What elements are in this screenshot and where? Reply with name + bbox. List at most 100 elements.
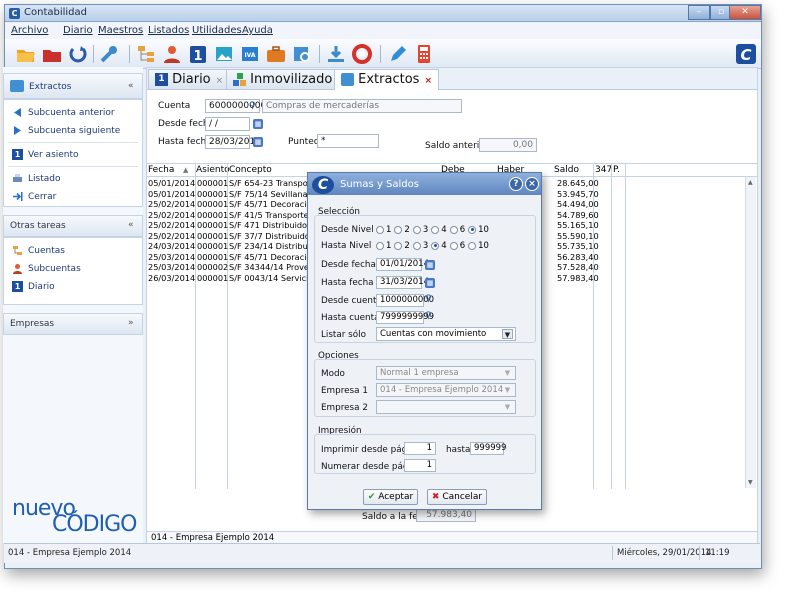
tab-close-icon[interactable]: × [424,76,432,86]
desde-nivel-option[interactable]: 6 [449,225,465,235]
open-folder-icon[interactable] [15,43,37,65]
radio-icon[interactable] [412,241,421,250]
chevron-down-icon[interactable]: ▼ [502,402,513,412]
tab-extractos[interactable]: Extractos × [334,69,439,90]
search-icon[interactable]: ⚲ [249,101,256,111]
sidebar-item-listado[interactable]: Listado [12,172,60,186]
hasta-cuenta-input[interactable]: 7999999999 [376,311,434,324]
header-p[interactable]: P. [613,165,620,175]
accept-button[interactable]: ✔ Aceptar [363,489,418,505]
sidebar-item-subcuenta-anterior[interactable]: Subcuenta anterior [12,106,115,120]
menu-diario[interactable]: Diario [63,25,93,36]
iva-icon[interactable]: IVA [239,43,261,65]
sidebar-item-cerrar[interactable]: Cerrar [12,190,56,204]
menu-archivo[interactable]: Archivo [11,25,48,36]
calendar-1-icon[interactable]: 1 [187,43,209,65]
chevron-down-icon[interactable]: ▼ [502,329,513,339]
desde-nivel-option[interactable]: 4 [431,225,447,235]
empresa2-select[interactable]: ▼ [376,400,516,414]
empresa1-select[interactable]: 014 - Empresa Ejemplo 2014 ▼ [376,383,516,397]
calendar-icon[interactable]: ▦ [253,137,263,147]
calendar-icon[interactable]: ▦ [253,119,263,129]
sidebar-item-ver-asiento[interactable]: 1 Ver asiento [12,148,79,162]
radio-icon[interactable] [394,241,403,250]
header-fecha[interactable]: Fecha [148,165,174,175]
hasta-fecha-input[interactable]: 28/03/2014 [205,135,261,149]
app-logo-icon[interactable]: C [735,43,757,65]
user-icon[interactable] [161,43,183,65]
radio-icon[interactable] [412,225,421,234]
tab-diario[interactable]: 1 Diario × [148,69,231,89]
calendar-icon[interactable]: ▦ [425,260,435,270]
radio-icon[interactable] [431,225,440,234]
header-347[interactable]: 347 [595,165,612,175]
hasta-nivel-option[interactable]: 3 [412,241,428,251]
collapse-icon[interactable]: « [128,220,134,230]
desde-nivel-option[interactable]: 10 [468,225,489,235]
listar-select[interactable]: Cuentas con movimiento ▼ [376,327,516,341]
grid-scrollbar[interactable]: ▲ ▼ [745,177,756,488]
radio-icon[interactable] [449,241,458,250]
modo-select[interactable]: Normal 1 empresa ▼ [376,366,516,380]
search-icon[interactable]: ⚲ [425,294,432,304]
desde-cuenta-input[interactable]: 1000000000 [376,294,434,307]
sidebar-item-subcuenta-siguiente[interactable]: Subcuenta siguiente [12,124,120,138]
calculator-icon[interactable] [413,43,435,65]
radio-icon[interactable] [376,225,384,234]
sidebar-item-cuentas[interactable]: Cuentas [12,244,65,258]
scroll-down-icon[interactable]: ▼ [748,479,753,486]
calendar-icon[interactable]: ▦ [425,278,435,288]
hasta-nivel-option[interactable]: 6 [449,241,465,251]
hierarchy-icon[interactable] [135,43,157,65]
sidebar-empresas-header[interactable]: Empresas » [3,313,143,335]
extract-icon[interactable] [291,43,313,65]
chevron-down-icon[interactable]: ▼ [502,368,513,378]
radio-icon[interactable] [468,225,477,234]
menu-utilidades[interactable]: Utilidades [192,25,242,36]
hasta-nivel-option[interactable]: 10 [468,241,489,251]
scroll-up-icon[interactable]: ▲ [748,179,753,186]
radio-icon[interactable] [468,241,477,250]
radio-icon[interactable] [376,241,384,250]
menu-ayuda[interactable]: Ayuda [242,25,273,36]
sidebar-item-diario[interactable]: 1 Diario [12,280,55,294]
collapse-icon[interactable]: « [128,81,134,91]
header-saldo[interactable]: Saldo [554,165,579,175]
header-concepto[interactable]: Concepto [229,165,272,175]
lifebuoy-icon[interactable] [351,43,373,65]
desde-nivel-option[interactable]: 1 [376,225,391,235]
dlg-hasta-fecha-input[interactable]: 31/03/2014 [376,276,429,289]
pencil-icon[interactable] [387,43,409,65]
imprimir-input[interactable]: 1 [404,442,436,455]
radio-icon[interactable] [394,225,403,234]
refresh-icon[interactable] [67,43,89,65]
search-icon[interactable]: ⚲ [425,311,432,321]
header-asiento[interactable]: Asiento [196,165,230,175]
sidebar-otras-header[interactable]: Otras tareas « [3,215,143,237]
hasta-nivel-option[interactable]: 1 [376,241,391,251]
menu-maestros[interactable]: Maestros [98,25,143,36]
expand-icon[interactable]: » [128,318,134,328]
close-window-button[interactable]: ✕ [729,5,761,20]
hasta-nivel-option[interactable]: 2 [394,241,410,251]
desde-fecha-input[interactable]: / / [205,117,250,131]
hasta-pagina-input[interactable]: 999999 [470,442,506,455]
punteo-input[interactable]: * [317,134,379,148]
help-icon[interactable]: ? [509,177,523,191]
folder-red-icon[interactable] [41,43,63,65]
sidebar-item-subcuentas[interactable]: Subcuentas [12,262,81,276]
radio-icon[interactable] [449,225,458,234]
dialog-close-icon[interactable]: × [525,177,539,191]
wrench-icon[interactable] [98,43,120,65]
numerar-input[interactable]: 1 [404,459,436,472]
download-icon[interactable] [325,43,347,65]
briefcase-icon[interactable] [265,43,287,65]
picture-icon[interactable] [213,43,235,65]
radio-icon[interactable] [431,241,440,250]
sidebar-extractos-header[interactable]: Extractos « [3,73,143,99]
desde-nivel-option[interactable]: 3 [412,225,428,235]
chevron-down-icon[interactable]: ▼ [502,385,513,395]
desde-nivel-option[interactable]: 2 [394,225,410,235]
cancel-button[interactable]: ✖ Cancelar [427,489,487,505]
dlg-desde-fecha-input[interactable]: 01/01/2014 [376,258,429,271]
